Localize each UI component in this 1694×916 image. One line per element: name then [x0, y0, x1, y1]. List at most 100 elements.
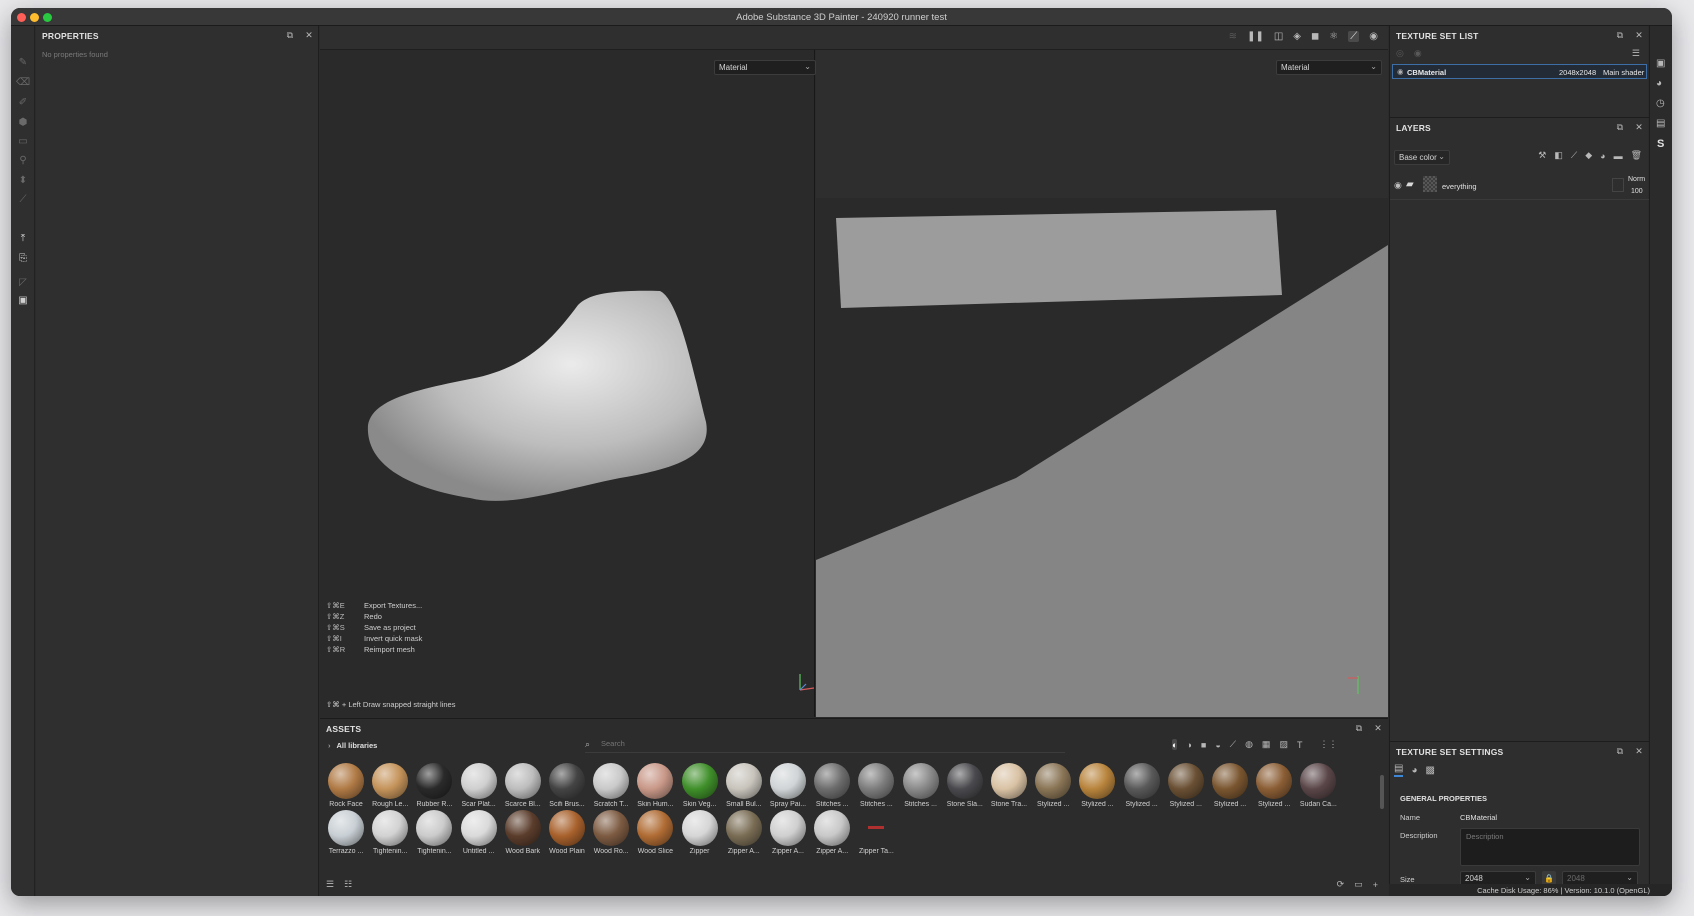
asset-item[interactable]: Stitches ...	[899, 763, 943, 809]
library-selector[interactable]: › All libraries	[328, 741, 377, 750]
filter-smart-materials-icon[interactable]: ◑	[1186, 739, 1191, 750]
asset-item[interactable]: Wood Slice	[633, 810, 677, 856]
asset-item[interactable]: Sudan Ca...	[1296, 763, 1340, 809]
assets-search[interactable]: ⌕	[585, 739, 1065, 753]
annotation-icon[interactable]: ◸	[17, 276, 29, 288]
display-settings-icon[interactable]: ◈	[1293, 31, 1301, 42]
visibility-icon[interactable]: ◉	[1414, 48, 1422, 59]
asset-item[interactable]: Scifi Brus...	[545, 763, 589, 809]
undock-icon[interactable]: ⧉	[1617, 746, 1624, 757]
asset-item[interactable]: Stone Sla...	[943, 763, 987, 809]
eye-icon[interactable]: ◉	[1394, 180, 1402, 191]
asset-item[interactable]: Tightenin...	[368, 810, 412, 856]
layer-mask-slot[interactable]	[1612, 178, 1624, 192]
history-icon[interactable]: ◷	[1656, 98, 1665, 109]
refresh-icon[interactable]: ⟳	[1337, 879, 1345, 890]
projection-icon[interactable]: ✐	[17, 96, 29, 108]
asset-item[interactable]: Zipper Ta...	[854, 810, 898, 856]
undock-icon[interactable]: ⧉	[1617, 122, 1624, 133]
uv-tab-icon[interactable]: ▩	[1426, 763, 1435, 777]
asset-item[interactable]: Untitled ...	[457, 810, 501, 856]
asset-item[interactable]: Stylized ...	[1208, 763, 1252, 809]
asset-item[interactable]: Skin Hum...	[633, 763, 677, 809]
asset-item[interactable]: Stylized ...	[1252, 763, 1296, 809]
description-field[interactable]: Description	[1460, 828, 1640, 866]
asset-item[interactable]: Rock Face	[324, 763, 368, 809]
add-icon[interactable]: +	[1373, 879, 1378, 890]
paint-mode-icon[interactable]: ⟋	[1348, 31, 1360, 42]
asset-item[interactable]: Wood Bark	[501, 810, 545, 856]
filter-brushes-icon[interactable]: ⟋	[1230, 739, 1236, 750]
assets-scrollbar[interactable]	[1380, 775, 1384, 809]
undock-icon[interactable]: ⧉	[287, 30, 294, 41]
texture-set-panel-icon[interactable]: ▣	[1656, 58, 1665, 69]
asset-item[interactable]: Skin Veg...	[678, 763, 722, 809]
asset-item[interactable]: Stylized ...	[1031, 763, 1075, 809]
asset-item[interactable]: Stylized ...	[1075, 763, 1119, 809]
add-effect-icon[interactable]: ⚒	[1538, 150, 1546, 161]
asset-item[interactable]: Zipper	[678, 810, 722, 856]
log-icon[interactable]: ▤	[1656, 118, 1665, 129]
asset-item[interactable]: Stitches ...	[854, 763, 898, 809]
add-mask-icon[interactable]: ◧	[1554, 150, 1563, 161]
close-panel-icon[interactable]: ✕	[1635, 122, 1643, 133]
channel-select[interactable]: Base color ⌄	[1394, 150, 1450, 165]
close-panel-icon[interactable]: ✕	[1635, 30, 1643, 41]
display-panel-icon[interactable]: ◕	[1656, 78, 1662, 89]
filter-generators-icon[interactable]: ◒	[1215, 739, 1220, 750]
asset-item[interactable]: Rubber R...	[412, 763, 456, 809]
paint-brush-icon[interactable]: ✎	[17, 56, 29, 68]
hide-icon[interactable]: ◎	[1396, 48, 1404, 59]
close-panel-icon[interactable]: ✕	[1374, 723, 1382, 734]
asset-item[interactable]: Scarce Bl...	[501, 763, 545, 809]
settings-tab-icon[interactable]: ▤	[1394, 763, 1404, 777]
asset-item[interactable]: Scar Plat...	[457, 763, 501, 809]
asset-item[interactable]: Zipper A...	[810, 810, 854, 856]
smudge-icon[interactable]: ▭	[17, 135, 29, 147]
eye-icon[interactable]: ◉	[1397, 67, 1404, 76]
grid-view-icon[interactable]: ⋮⋮	[1319, 739, 1337, 750]
camera-icon[interactable]: ◼	[1311, 31, 1319, 42]
shader-tab-icon[interactable]: ◕	[1411, 763, 1417, 777]
asset-item[interactable]: Zipper A...	[722, 810, 766, 856]
close-panel-icon[interactable]: ✕	[1635, 746, 1643, 757]
asset-item[interactable]: Scratch T...	[589, 763, 633, 809]
details-view-icon[interactable]: ☷	[344, 879, 352, 890]
asset-item[interactable]: Stylized ...	[1164, 763, 1208, 809]
add-paint-layer-icon[interactable]: ⟋	[1571, 150, 1577, 161]
uv-tool-icon[interactable]: ▣	[17, 294, 29, 306]
pause-icon[interactable]: ❚❚	[1247, 31, 1264, 42]
asset-item[interactable]: Wood Plain	[545, 810, 589, 856]
asset-item[interactable]: Rough Le...	[368, 763, 412, 809]
assets-search-input[interactable]	[601, 739, 1061, 748]
close-panel-icon[interactable]: ✕	[305, 30, 313, 41]
filter-text-icon[interactable]: T	[1297, 739, 1303, 750]
add-smart-material-icon[interactable]: ◕	[1600, 150, 1605, 161]
geometry-fill-icon[interactable]: ⬢	[17, 116, 29, 128]
undock-icon[interactable]: ⧉	[1356, 723, 1363, 734]
filter-materials-icon[interactable]: ◐	[1172, 739, 1178, 750]
filter-masks-icon[interactable]: ■	[1201, 739, 1206, 750]
clone-icon[interactable]: ⚲	[17, 154, 29, 166]
bake-icon[interactable]: ⤒	[17, 232, 29, 244]
asset-item[interactable]: Wood Ro...	[589, 810, 633, 856]
layer-row[interactable]: ◉ ▰ everything Norm 100	[1390, 174, 1649, 200]
view-mode-icon[interactable]: ◫	[1274, 31, 1283, 42]
material-picker-icon[interactable]: ⬍	[17, 174, 29, 186]
screenshot-icon[interactable]: ◉	[1369, 31, 1378, 42]
asset-item[interactable]: Zipper A...	[766, 810, 810, 856]
path-icon[interactable]: ⟋	[17, 193, 29, 205]
layer-blend-mode[interactable]: Norm	[1628, 176, 1645, 183]
texture-set-menu-icon[interactable]: ☰	[1632, 48, 1640, 59]
delete-layer-icon[interactable]: 🗑	[1631, 150, 1642, 161]
substance-icon[interactable]: S	[1657, 138, 1664, 150]
asset-item[interactable]: Terrazzo ...	[324, 810, 368, 856]
asset-item[interactable]: Tightenin...	[412, 810, 456, 856]
layer-opacity[interactable]: 100	[1631, 188, 1643, 195]
symmetry-icon[interactable]: ⚛	[1329, 31, 1338, 42]
add-fill-layer-icon[interactable]: ◆	[1585, 150, 1592, 161]
viewport-2d[interactable]: Material ⌄	[816, 50, 1388, 717]
filter-particles-icon[interactable]: ◍	[1245, 739, 1253, 750]
asset-item[interactable]: Stone Tra...	[987, 763, 1031, 809]
selection-icon[interactable]: ⎘	[17, 252, 29, 264]
